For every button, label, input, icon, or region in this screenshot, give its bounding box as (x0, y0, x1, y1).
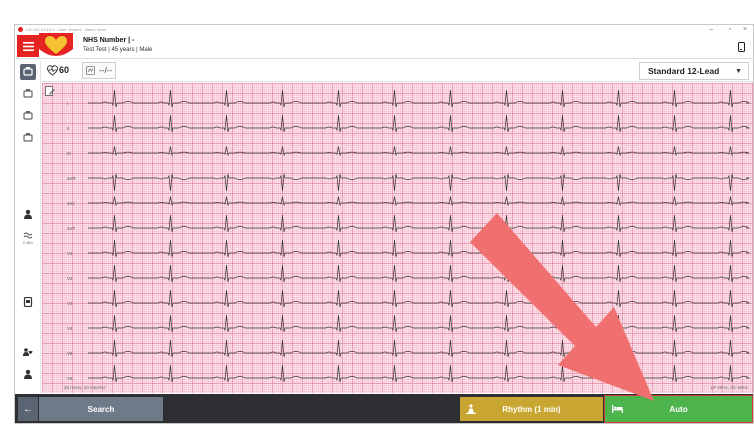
lead-label: V1 (67, 251, 73, 256)
ecg-trace (88, 339, 751, 358)
lead-label: III (67, 151, 71, 156)
minimize-icon[interactable]: – (709, 25, 713, 35)
monitor-icon (23, 133, 33, 142)
ecg-trace (88, 89, 751, 108)
heart-rate-value: 60 (59, 65, 70, 75)
sidebar-item-patient[interactable] (20, 206, 36, 222)
document-icon (23, 297, 33, 307)
heart-person-icon (23, 348, 33, 356)
edit-note-icon[interactable] (45, 86, 55, 96)
lead-label: I (67, 101, 69, 106)
heart-rate-icon (47, 65, 58, 76)
user-edit-icon (24, 369, 32, 379)
heart-logo-icon (39, 33, 73, 56)
monitor-icon (23, 67, 33, 76)
lead-label: V2 (67, 276, 73, 281)
ecg-trace (88, 173, 751, 192)
rhythm-person-icon (466, 404, 476, 414)
blood-pressure-value: --/-- (99, 66, 112, 75)
device-icon[interactable] (738, 42, 745, 52)
ecg-trace (88, 314, 751, 333)
monitor-icon (23, 111, 33, 120)
lead-label: V3 (67, 301, 73, 306)
blood-pressure-field[interactable]: --/-- (82, 62, 116, 79)
ecg-trace (88, 146, 750, 157)
lead-select-dropdown[interactable]: Standard 12-Lead ▼ (639, 62, 749, 80)
sidebar-item-report[interactable] (20, 294, 36, 310)
chevron-down-icon: ▼ (735, 68, 742, 75)
person-icon (24, 209, 32, 219)
ecg-trace (88, 114, 751, 133)
title-bar: CS-104 V4.10.0 · User: Nurse1 · Ward: No… (15, 25, 753, 35)
ecg-trace (88, 264, 751, 283)
signal-icon (23, 232, 33, 239)
search-button[interactable]: Search (39, 397, 163, 421)
ecg-traces (88, 89, 751, 383)
lead-label: V4 (67, 326, 73, 331)
ecg-toolbar: 60 --/-- Standard 12-Lead ▼ (42, 60, 753, 82)
menu-button[interactable] (17, 35, 39, 57)
sidebar-item-ecg-2[interactable] (20, 86, 36, 102)
rhythm-label: Rhythm (1 min) (502, 404, 561, 414)
ecg-trace (88, 289, 751, 308)
lead-label: V6 (67, 376, 73, 381)
sidebar-item-ecg-active[interactable] (20, 64, 36, 80)
window-title: CS-104 V4.10.0 · User: Nurse1 · Ward: No… (26, 27, 107, 32)
speed-note: 25 mm/s, 10 mm/mV (64, 385, 106, 390)
sensor-label: 0 dB/s (23, 241, 33, 245)
ecg-waveform-area: I II III aVR aVL aVF V1 V2 V3 V4 V5 V6 25 mm/s, 10 … (42, 83, 753, 393)
lead-label: aVR (67, 176, 76, 181)
bed-icon (612, 405, 623, 413)
auto-label: Auto (669, 404, 688, 414)
lead-label: aVF (67, 226, 76, 231)
app-icon (18, 27, 23, 32)
sidebar-item-user[interactable] (20, 366, 36, 382)
blood-pressure-icon (86, 66, 95, 75)
left-sidebar: 0 dB/s (15, 60, 41, 393)
sidebar-item-ecg-4[interactable] (20, 130, 36, 146)
close-icon[interactable]: × (743, 25, 747, 35)
sidebar-item-favourite[interactable] (20, 344, 36, 360)
lead-label: V5 (67, 351, 73, 356)
ecg-trace (88, 214, 751, 233)
lead-select-value: Standard 12-Lead (648, 66, 720, 76)
patient-info: Test Test | 45 years | Male (83, 47, 153, 53)
lead-label: aVL (67, 201, 76, 206)
rhythm-button[interactable]: Rhythm (1 min) (460, 397, 603, 421)
patient-header: NHS Number | - Test Test | 45 years | Ma… (15, 33, 753, 59)
hamburger-icon (22, 41, 34, 51)
nhs-number: NHS Number | - (83, 37, 135, 44)
maximize-icon[interactable]: ▫ (729, 25, 731, 35)
monitor-icon (23, 89, 33, 98)
auto-button[interactable]: Auto (604, 395, 753, 423)
app-window: CS-104 V4.10.0 · User: Nurse1 · Ward: No… (14, 24, 754, 424)
sidebar-item-ecg-3[interactable] (20, 108, 36, 124)
back-button[interactable]: ← (18, 397, 38, 421)
bottom-action-bar: ← Search Rhythm (1 min) Auto (15, 394, 753, 423)
ecg-trace (88, 239, 751, 258)
filter-note: LP 40Hz, AC 50Hz (710, 385, 748, 390)
arrow-left-icon: ← (23, 403, 33, 415)
ecg-trace (88, 196, 750, 207)
ecg-trace (88, 364, 751, 383)
lead-label: II (67, 126, 70, 131)
